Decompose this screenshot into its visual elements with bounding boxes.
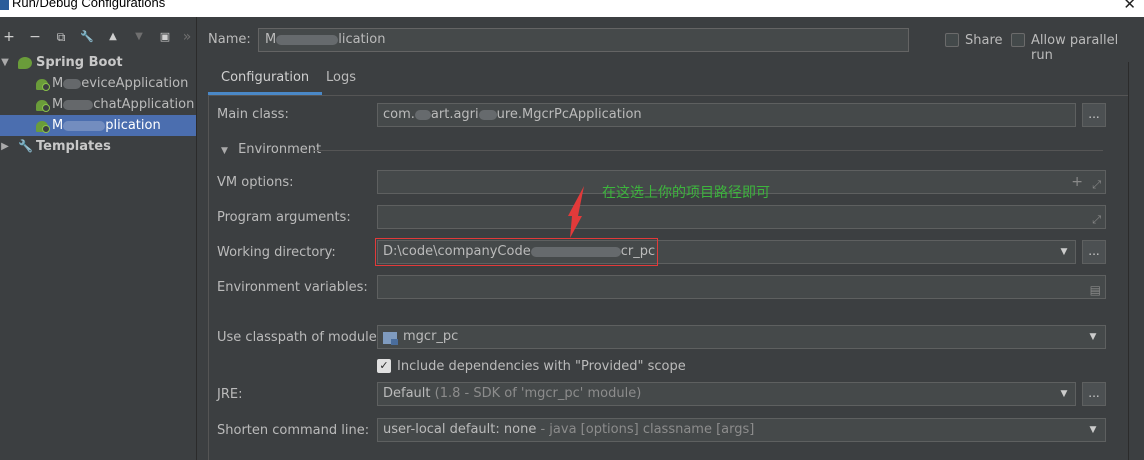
tree-group-templates[interactable]: ▶ 🔧 Templates: [0, 136, 196, 157]
annotation-text: 在这选上你的项目路径即可: [602, 185, 770, 201]
shorten-command-label: Shorten command line:: [217, 423, 370, 438]
highlight-box: [375, 238, 658, 266]
shorten-command-hint: - java [options] classname [args]: [540, 422, 755, 437]
share-checkbox[interactable]: [945, 33, 959, 47]
chevron-down-icon[interactable]: ▼: [1082, 419, 1104, 441]
spring-app-icon: [36, 121, 50, 133]
tree-group-spring-boot[interactable]: ▼ Spring Boot: [0, 52, 196, 73]
remove-icon[interactable]: −: [26, 25, 44, 49]
jre-select[interactable]: Default (1.8 - SDK of 'mgcr_pc' module): [377, 382, 1076, 406]
allow-parallel-checkbox[interactable]: [1011, 33, 1025, 47]
browse-working-directory-button[interactable]: ...: [1082, 240, 1106, 264]
expand-icon[interactable]: ⤢: [1092, 174, 1101, 193]
shorten-command-value: user-local default: none: [383, 422, 537, 437]
browse-main-class-button[interactable]: ...: [1082, 103, 1106, 127]
window-title: Run/Debug Configurations: [12, 0, 166, 10]
tree-item-label: MeviceApplication: [52, 76, 189, 91]
spring-app-icon: [36, 100, 50, 112]
folder-icon[interactable]: ▣: [156, 25, 174, 49]
plus-icon[interactable]: +: [1071, 171, 1083, 193]
spring-boot-icon: [18, 57, 32, 69]
include-dependencies-checkbox[interactable]: ✓: [377, 359, 391, 373]
spring-app-icon: [36, 79, 50, 91]
tree-group-label: Templates: [36, 139, 111, 154]
program-arguments-input[interactable]: ⤢: [377, 205, 1106, 229]
vm-options-label: VM options:: [217, 175, 294, 190]
name-input[interactable]: Mlication: [258, 28, 909, 52]
tab-logs[interactable]: Logs: [313, 66, 369, 95]
jre-hint: (1.8 - SDK of 'mgcr_pc' module): [434, 386, 642, 401]
expand-icon[interactable]: ⤢: [1092, 209, 1101, 228]
config-tree: ▼ Spring Boot MeviceApplication MchatApp…: [0, 52, 196, 157]
window-titlebar: Run/Debug Configurations ✕: [0, 0, 1144, 17]
add-icon[interactable]: +: [0, 25, 18, 49]
tree-item-label: Mplication: [52, 118, 161, 133]
tree-item-app-1[interactable]: MeviceApplication: [0, 73, 196, 94]
tree-group-label: Spring Boot: [36, 55, 123, 70]
environment-section[interactable]: ▼ Environment: [221, 142, 321, 157]
chevron-down-icon[interactable]: ▼: [1082, 326, 1104, 348]
chevron-down-icon[interactable]: ▼: [0, 52, 10, 73]
wrench-icon[interactable]: 🔧: [78, 25, 96, 49]
chevron-right-icon[interactable]: ▶: [0, 136, 10, 157]
tree-item-app-3[interactable]: Mplication: [0, 115, 196, 136]
app-icon: [0, 0, 9, 10]
jre-value: Default: [383, 386, 431, 401]
annotation-arrow: [568, 186, 584, 238]
module-icon: [383, 332, 398, 345]
copy-icon[interactable]: ⧉: [52, 25, 70, 49]
main-class-label: Main class:: [217, 107, 289, 122]
environment-label: Environment: [238, 142, 322, 157]
chevron-down-icon[interactable]: ▼: [221, 146, 228, 156]
scrollbar[interactable]: [1128, 62, 1144, 460]
splitter[interactable]: [196, 17, 197, 460]
share-label: Share: [965, 33, 1003, 48]
tab-configuration[interactable]: Configuration: [208, 66, 323, 95]
classpath-module-select[interactable]: mgcr_pc: [377, 325, 1106, 349]
program-arguments-label: Program arguments:: [217, 210, 351, 225]
main-class-input[interactable]: com. art.agri ure.MgcrPcApplication: [377, 103, 1076, 127]
close-icon[interactable]: ✕: [1123, 0, 1136, 13]
wrench-icon: 🔧: [18, 139, 33, 153]
shorten-command-select[interactable]: user-local default: none - java [options…: [377, 418, 1106, 442]
classpath-module-label: Use classpath of module:: [217, 330, 382, 345]
working-directory-label: Working directory:: [217, 245, 336, 260]
chevron-down-icon[interactable]: ▼: [1053, 383, 1075, 405]
document-icon[interactable]: ▤: [1090, 279, 1101, 298]
include-dependencies-label: Include dependencies with "Provided" sco…: [397, 359, 686, 374]
browse-jre-button[interactable]: ...: [1082, 382, 1106, 406]
move-down-icon[interactable]: ▼: [130, 25, 148, 49]
move-up-icon[interactable]: ▲: [104, 25, 122, 49]
environment-variables-label: Environment variables:: [217, 280, 368, 295]
tree-toolbar: + − ⧉ 🔧 ▲ ▼ ▣ »: [0, 25, 196, 49]
more-icon[interactable]: »: [178, 25, 196, 49]
name-label: Name:: [208, 32, 251, 47]
tree-item-app-2[interactable]: MchatApplication: [0, 94, 196, 115]
environment-variables-input[interactable]: ▤: [377, 275, 1106, 299]
allow-parallel-label: Allow parallel run: [1031, 33, 1119, 63]
module-value: mgcr_pc: [403, 329, 459, 344]
jre-label: JRE:: [217, 387, 243, 402]
section-divider: [313, 150, 1103, 151]
tree-item-label: MchatApplication: [52, 97, 195, 112]
chevron-down-icon[interactable]: ▼: [1053, 241, 1075, 263]
